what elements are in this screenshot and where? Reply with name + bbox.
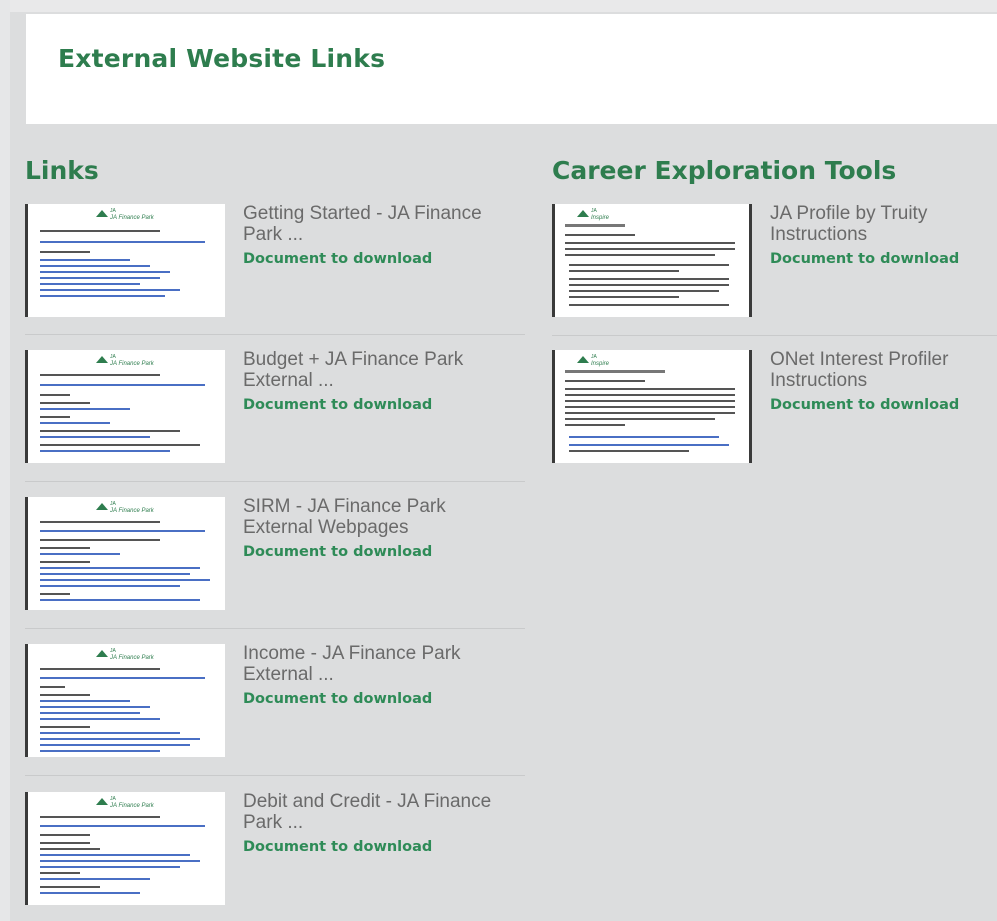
link-item-title[interactable]: Getting Started - JA Finance Park ...: [243, 203, 513, 245]
ja-logo-icon: JA Inspire: [577, 354, 637, 370]
divider: [552, 335, 997, 336]
link-item-debit-credit[interactable]: JA JA Finance Park Debit and Credit - JA …: [25, 791, 527, 910]
divider: [25, 775, 525, 776]
document-thumbnail[interactable]: JA JA Finance Park: [25, 204, 225, 317]
divider: [25, 481, 525, 482]
ja-logo-icon: JA JA Finance Park: [96, 796, 156, 812]
career-item-onet[interactable]: JA Inspire ONet Interest Profiler Instruc…: [552, 349, 997, 468]
download-link[interactable]: Document to download: [243, 839, 513, 855]
download-link[interactable]: Document to download: [243, 397, 513, 413]
link-item-title[interactable]: Income - JA Finance Park External ...: [243, 643, 513, 685]
download-link[interactable]: Document to download: [243, 544, 513, 560]
left-strip: [0, 0, 10, 921]
career-heading: Career Exploration Tools: [552, 156, 897, 185]
download-link[interactable]: Document to download: [770, 251, 997, 267]
document-thumbnail[interactable]: JA Inspire: [552, 350, 752, 463]
link-item-sirm[interactable]: JA JA Finance Park SIRM - JA Finance Park…: [25, 496, 527, 615]
header-card: External Website Links: [26, 14, 997, 124]
download-link[interactable]: Document to download: [770, 397, 997, 413]
career-item-title[interactable]: ONet Interest Profiler Instructions: [770, 349, 980, 391]
ja-logo-icon: JA Inspire: [577, 208, 637, 224]
career-item-title[interactable]: JA Profile by Truity Instructions: [770, 203, 980, 245]
ja-logo-icon: JA JA Finance Park: [96, 354, 156, 370]
divider: [25, 334, 525, 335]
ja-logo-icon: JA JA Finance Park: [96, 208, 156, 224]
top-band: [0, 0, 997, 12]
link-item-title[interactable]: Debit and Credit - JA Finance Park ...: [243, 791, 513, 833]
career-item-truity[interactable]: JA Inspire JA Profile by Truity Instructi…: [552, 203, 997, 322]
link-item-budget[interactable]: JA JA Finance Park Budget + JA Finance Pa…: [25, 349, 527, 468]
link-item-title[interactable]: Budget + JA Finance Park External ...: [243, 349, 513, 391]
document-thumbnail[interactable]: JA JA Finance Park: [25, 792, 225, 905]
ja-logo-icon: JA JA Finance Park: [96, 648, 156, 664]
link-item-getting-started[interactable]: JA JA Finance Park Getting Started - JA F…: [25, 203, 527, 322]
document-thumbnail[interactable]: JA JA Finance Park: [25, 350, 225, 463]
link-item-title[interactable]: SIRM - JA Finance Park External Webpages: [243, 496, 513, 538]
links-heading: Links: [25, 156, 99, 185]
ja-logo-icon: JA JA Finance Park: [96, 501, 156, 517]
document-thumbnail[interactable]: JA JA Finance Park: [25, 644, 225, 757]
download-link[interactable]: Document to download: [243, 691, 513, 707]
page-title: External Website Links: [58, 44, 386, 73]
document-thumbnail[interactable]: JA JA Finance Park: [25, 497, 225, 610]
divider: [25, 628, 525, 629]
link-item-income[interactable]: JA JA Finance Park Income - JA Finance Pa…: [25, 643, 527, 762]
document-thumbnail[interactable]: JA Inspire: [552, 204, 752, 317]
download-link[interactable]: Document to download: [243, 251, 513, 267]
